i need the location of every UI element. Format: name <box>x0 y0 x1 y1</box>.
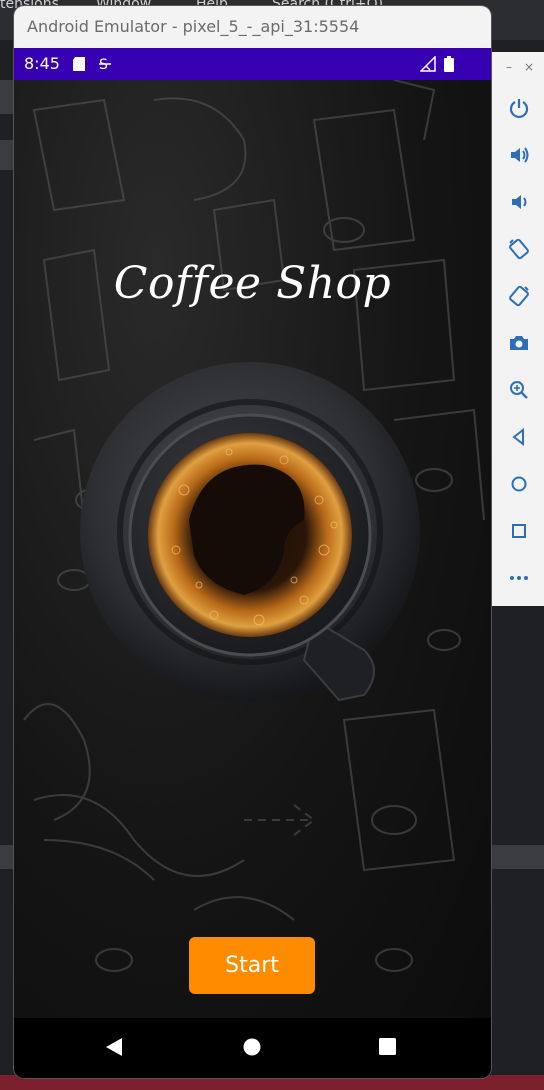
camera-icon[interactable] <box>492 323 544 363</box>
volume-up-icon[interactable] <box>492 135 544 175</box>
sd-card-icon <box>72 56 86 76</box>
minimize-button[interactable]: – <box>506 60 512 74</box>
nav-overview-icon[interactable] <box>378 1036 398 1062</box>
start-button[interactable]: Start <box>189 937 315 994</box>
signal-icon <box>419 55 436 76</box>
emulator-title: Android Emulator - pixel_5_-_api_31:5554 <box>14 6 491 48</box>
home-icon[interactable] <box>492 464 544 504</box>
sync-icon: S <box>98 56 112 76</box>
volume-down-icon[interactable] <box>492 182 544 222</box>
android-nav-bar <box>14 1018 491 1078</box>
android-status-bar: 8:45 S <box>14 48 491 80</box>
status-time: 8:45 <box>24 54 60 73</box>
app-screen: Coffee Shop Start <box>14 80 491 1018</box>
more-icon[interactable] <box>492 558 544 598</box>
coffee-background-image <box>23 80 485 972</box>
nav-home-icon[interactable] <box>242 1036 262 1062</box>
nav-back-icon[interactable] <box>104 1036 124 1062</box>
ide-panel-strip <box>0 140 14 170</box>
rotate-right-icon[interactable] <box>492 276 544 316</box>
emulator-window: Android Emulator - pixel_5_-_api_31:5554… <box>14 6 491 1078</box>
overview-icon[interactable] <box>492 511 544 551</box>
battery-icon <box>444 56 454 76</box>
rotate-left-icon[interactable] <box>492 229 544 269</box>
ide-panel-strip <box>0 80 14 114</box>
close-button[interactable]: × <box>524 60 534 74</box>
emulator-side-toolbar: – × <box>491 52 544 606</box>
zoom-icon[interactable] <box>492 370 544 410</box>
power-icon[interactable] <box>492 88 544 128</box>
app-title: Coffee Shop <box>113 258 392 309</box>
back-icon[interactable] <box>492 417 544 457</box>
